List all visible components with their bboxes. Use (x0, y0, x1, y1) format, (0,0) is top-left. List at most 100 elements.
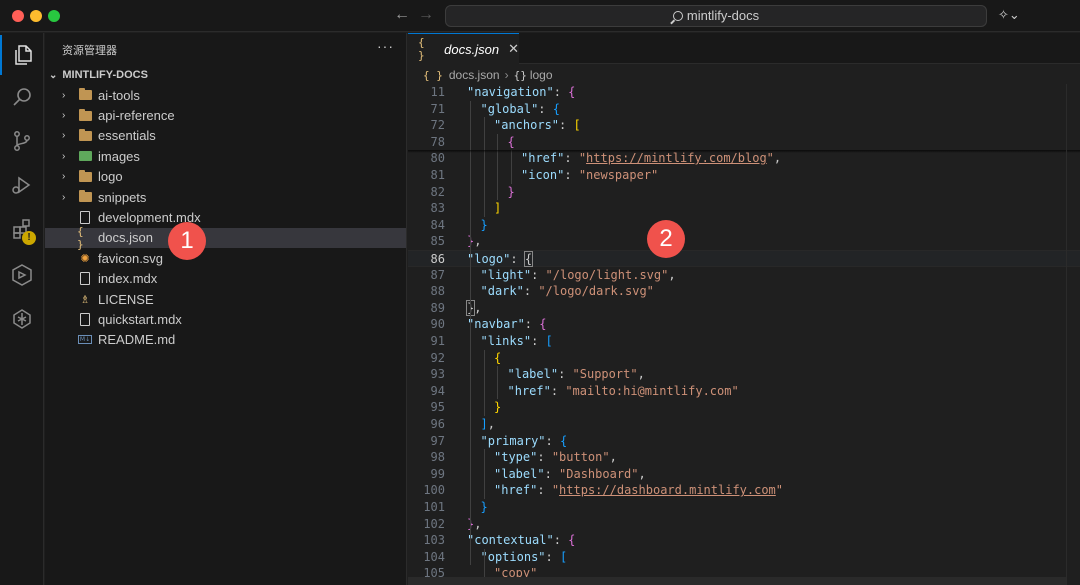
code-line[interactable]: 90 "navbar": { (408, 316, 1080, 333)
code-token: { (507, 134, 515, 149)
json-file-icon: { } (77, 224, 84, 251)
code-token: " (766, 151, 774, 166)
line-number: 102 (423, 516, 445, 531)
zoom-window-button[interactable] (48, 10, 60, 22)
code-line[interactable]: 93 "label": "Support", (408, 366, 1080, 383)
code-line[interactable]: 86 "logo": { (408, 250, 1080, 267)
extension-view-icon[interactable] (0, 299, 44, 339)
workspace-root[interactable]: ⌄ MINTLIFY-DOCS (49, 69, 148, 81)
line-number: 78 (430, 134, 445, 149)
code-line[interactable]: 82} (408, 184, 1080, 201)
code-line[interactable]: 78 { (408, 134, 1080, 151)
more-actions-icon[interactable]: ··· (377, 38, 394, 54)
source-control-icon[interactable] (0, 121, 44, 161)
license-icon: ♗ (80, 293, 90, 306)
remote-explorer-icon[interactable] (0, 255, 44, 295)
line-number: 81 (430, 168, 445, 182)
code-line[interactable]: 98 "type": "button", (408, 449, 1080, 466)
tree-item-quickstart-mdx[interactable]: quickstart.mdx (45, 309, 406, 329)
code-line[interactable]: 96], (408, 416, 1080, 433)
code-token: : (537, 483, 552, 498)
tree-item-essentials[interactable]: › essentials (45, 126, 406, 146)
object-icon: {} (513, 68, 527, 82)
vertical-scrollbar[interactable] (1066, 84, 1080, 585)
code-line[interactable]: 91 "links": [ (408, 333, 1080, 350)
tree-item-docs-json[interactable]: { } docs.json (45, 224, 406, 251)
code-token: : (523, 284, 539, 299)
warning-badge-icon: ! (22, 231, 36, 245)
horizontal-scrollbar[interactable] (408, 577, 1066, 585)
code-text: "icon": "newspaper" (521, 167, 658, 184)
minimize-window-button[interactable] (30, 10, 42, 22)
code-token: "options" (480, 549, 546, 564)
code-line[interactable]: 102}, (408, 516, 1080, 533)
code-editor[interactable]: 11 "navigation": {71 "global": {72 "anchors… (408, 84, 1080, 585)
close-window-button[interactable] (12, 10, 24, 22)
tree-item-images[interactable]: › images (45, 146, 406, 166)
tree-item-readme-md[interactable]: M↓ README.md (45, 330, 406, 350)
line-number: 90 (430, 317, 445, 332)
code-token: "newspaper" (578, 168, 659, 182)
explorer-icon[interactable] (0, 35, 44, 75)
tree-item-favicon-svg[interactable]: ✺ favicon.svg (45, 248, 406, 268)
back-arrow-icon[interactable]: ← (394, 6, 410, 24)
line-number: 88 (430, 284, 445, 299)
code-line[interactable]: 104 "options": [ (408, 549, 1080, 566)
indent-guide (510, 150, 512, 184)
code-line[interactable]: 87 "light": "/logo/light.svg", (408, 267, 1080, 284)
explorer-title: 资源管理器 (62, 45, 117, 57)
code-line[interactable]: 99 "label": "Dashboard", (408, 466, 1080, 483)
code-token: } (494, 400, 502, 415)
forward-arrow-icon[interactable]: → (418, 6, 434, 24)
code-line[interactable]: 83] (408, 200, 1080, 217)
breadcrumb-file[interactable]: docs.json (449, 68, 500, 82)
tree-item-api-reference[interactable]: › api-reference (45, 105, 406, 125)
copilot-icon[interactable]: ✧⌄ (998, 7, 1020, 23)
code-line[interactable]: 71 "global": { (408, 101, 1080, 118)
indent-guide (483, 449, 485, 499)
extensions-icon[interactable]: ! (0, 209, 44, 249)
tree-item-snippets[interactable]: › snippets (45, 187, 406, 207)
code-text: "light": "/logo/light.svg", (481, 267, 676, 284)
close-tab-icon[interactable]: ✕ (508, 41, 519, 57)
command-center-search[interactable]: mintlify-docs (445, 5, 987, 27)
code-line[interactable]: 81 "icon": "newspaper" (408, 167, 1080, 184)
folder-icon (77, 190, 93, 204)
code-token: "mailto:hi@mintlify.com" (565, 383, 739, 398)
code-line[interactable]: 88 "dark": "/logo/dark.svg" (408, 283, 1080, 300)
tree-item-development-mdx[interactable]: development.mdx (45, 207, 406, 227)
sticky-scroll-shadow (408, 150, 1080, 153)
code-line[interactable]: 84} (408, 217, 1080, 234)
image-folder-icon (77, 149, 93, 163)
run-debug-icon[interactable] (0, 165, 44, 205)
code-line[interactable]: 89}, (408, 299, 1080, 317)
code-line[interactable]: 101} (408, 499, 1080, 516)
tree-item-ai-tools[interactable]: › ai-tools (45, 85, 406, 105)
code-token: "href" (521, 151, 565, 166)
line-number: 103 (423, 533, 445, 548)
tree-item-index-mdx[interactable]: index.mdx (45, 269, 406, 289)
breadcrumb-symbol[interactable]: logo (530, 68, 553, 82)
line-number: 85 (430, 234, 445, 249)
tree-item-license[interactable]: ♗ LICENSE (45, 289, 406, 309)
code-text: } (494, 399, 501, 416)
line-number: 100 (423, 483, 445, 498)
code-token: "logo" (467, 252, 511, 266)
code-line[interactable]: 103 "contextual": { (408, 532, 1080, 549)
code-line[interactable]: 100 "href": "https://dashboard.mintlify.c… (408, 482, 1080, 499)
code-line[interactable]: 95} (408, 399, 1080, 416)
tree-item-logo[interactable]: › logo (45, 167, 406, 187)
search-icon[interactable] (0, 77, 44, 117)
tree-item-label: api-reference (98, 108, 175, 124)
code-line[interactable]: 11 "navigation": { (408, 84, 1080, 101)
chevron-down-icon: ⌄ (49, 70, 58, 81)
tab-docs-json[interactable]: { } docs.json ✕ (408, 33, 519, 64)
code-line[interactable]: 72 "anchors": [ (408, 117, 1080, 134)
code-line[interactable]: 92 { (408, 350, 1080, 367)
code-line[interactable]: 94 "href": "mailto:hi@mintlify.com" (408, 383, 1080, 400)
code-line[interactable]: 85}, (408, 233, 1080, 250)
code-token: "label" (507, 367, 559, 382)
code-line[interactable]: 97 "primary": { (408, 433, 1080, 450)
chevron-right-icon: › (62, 89, 66, 101)
code-text: } (481, 499, 488, 516)
